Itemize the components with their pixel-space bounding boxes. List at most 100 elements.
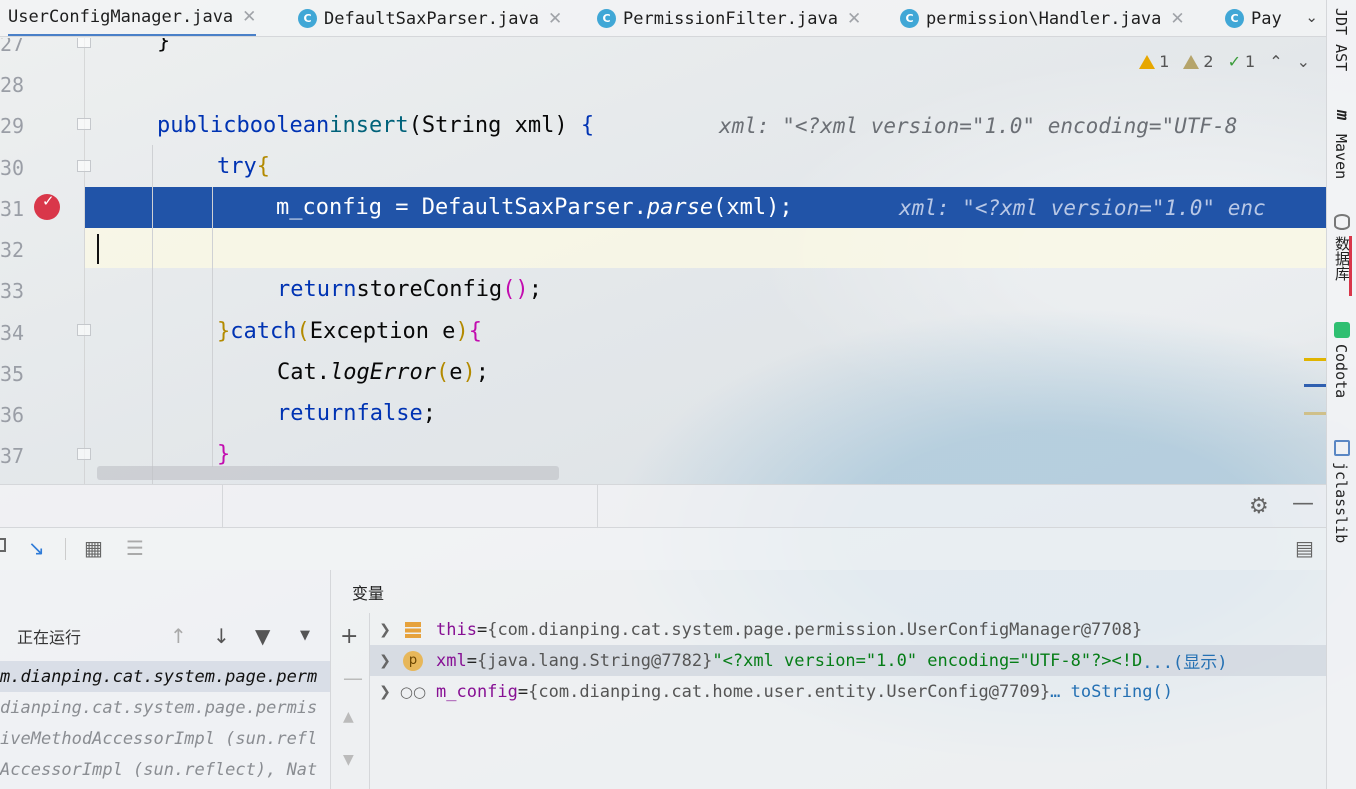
variable-row[interactable]: ❯ p xml = {java.lang.String@7782} "<?xml… xyxy=(370,645,1326,676)
chevron-right-icon[interactable]: ❯ xyxy=(370,653,400,669)
close-icon[interactable]: ✕ xyxy=(548,9,562,29)
chevron-down-icon[interactable]: ▼ xyxy=(300,628,310,643)
ok-count[interactable]: ✓ 1 xyxy=(1228,52,1256,71)
indent-guide xyxy=(152,145,153,484)
stack-frame[interactable]: m.dianping.cat.system.page.perm xyxy=(0,661,330,692)
code-line-31: m_config = DefaultSaxParser. parse (xml); xyxy=(276,195,793,220)
variables-side-toolbar: + — ▲ ▼ xyxy=(331,613,370,789)
stack-frame[interactable]: dianping.cat.system.page.permis xyxy=(0,692,330,723)
move-down-icon[interactable]: ▼ xyxy=(343,752,354,768)
frames-header: 正在运行 ↑ ↓ ▼ ▼ xyxy=(0,615,330,657)
fold-marker[interactable] xyxy=(77,38,91,48)
text-caret xyxy=(97,234,99,264)
line-number: 33 xyxy=(0,279,25,303)
close-icon[interactable]: ✕ xyxy=(847,9,861,29)
thread-status: 正在运行 xyxy=(17,628,82,647)
tostring-link[interactable]: … toString() xyxy=(1050,682,1173,702)
chevron-right-icon[interactable]: ❯ xyxy=(370,622,400,638)
maven-tool[interactable]: Maven xyxy=(1332,134,1350,179)
line-number: 34 xyxy=(0,321,25,345)
debug-toolbar: ↘ ▦ ☰ ▤ xyxy=(0,528,1326,570)
breakpoint-icon[interactable] xyxy=(34,192,60,220)
filter-icon[interactable]: ▼ xyxy=(255,624,270,648)
previous-highlight-icon[interactable]: ⌃ xyxy=(1269,52,1282,71)
jdt-ast-tool[interactable]: JDT AST xyxy=(1332,8,1350,71)
code-line-33: return storeConfig(); xyxy=(277,277,542,302)
frames-panel: 正在运行 ↑ ↓ ▼ ▼ m.dianping.cat.system.page.… xyxy=(0,570,331,789)
tab-permission-filter[interactable]: C PermissionFilter.java ✕ xyxy=(597,0,861,36)
line-number: 31 xyxy=(0,197,25,221)
stripe-mark[interactable] xyxy=(1304,384,1326,387)
stripe-mark[interactable] xyxy=(1304,412,1326,415)
tab-label: permission\Handler.java xyxy=(926,8,1162,29)
chevron-right-icon[interactable]: ❯ xyxy=(370,684,400,700)
check-icon: ✓ xyxy=(1227,52,1241,71)
move-up-icon[interactable]: ▲ xyxy=(343,709,354,725)
minimize-icon[interactable]: — xyxy=(1292,491,1314,516)
stack-frame[interactable]: iveMethodAccessorImpl (sun.refl xyxy=(0,723,330,754)
add-watch-icon[interactable]: + xyxy=(340,624,358,649)
layout-icon[interactable]: ▤ xyxy=(1295,536,1314,560)
code-line-29: public boolean insert (String xml) { xyxy=(157,113,595,138)
codota-tool[interactable]: Codota xyxy=(1332,344,1350,398)
remove-watch-icon[interactable]: — xyxy=(343,666,363,690)
step-into-icon[interactable]: ↘ xyxy=(28,536,45,560)
codota-icon xyxy=(1334,322,1350,338)
class-icon: C xyxy=(900,9,919,28)
frame-icon[interactable] xyxy=(0,538,6,552)
stack-icon xyxy=(405,621,421,638)
current-line-highlight xyxy=(85,228,1326,268)
tab-label: PermissionFilter.java xyxy=(623,8,838,29)
class-icon: C xyxy=(597,9,616,28)
fold-marker[interactable] xyxy=(77,160,91,172)
fold-marker[interactable] xyxy=(77,118,91,130)
indent-guide xyxy=(212,187,213,467)
chevron-down-icon[interactable]: ⌄ xyxy=(1305,8,1318,26)
editor-tab-bar: UserConfigManager.java ✕ C DefaultSaxPar… xyxy=(0,0,1326,37)
warning-icon xyxy=(1139,54,1156,69)
watch-glasses-icon: ○○ xyxy=(399,682,427,701)
editor-breadcrumb-bar: ⚙ — xyxy=(0,484,1326,529)
warning-count[interactable]: 1 xyxy=(1139,52,1169,71)
arrow-up-icon[interactable]: ↑ xyxy=(170,624,187,648)
evaluate-expression-icon[interactable]: ▦ xyxy=(84,536,103,560)
fold-marker[interactable] xyxy=(77,448,91,460)
code-line-27: } xyxy=(157,38,171,54)
line-number: 32 xyxy=(0,238,25,262)
trace-icon[interactable]: ☰ xyxy=(126,536,144,560)
inline-debug-value: xml: "<?xml version="1.0" enc xyxy=(899,195,1266,220)
code-editor[interactable]: m_config = DefaultSaxParser. parse (xml); … xyxy=(0,38,1326,484)
jclasslib-tool[interactable]: jclasslib xyxy=(1332,462,1350,543)
inspection-widget[interactable]: 1 2 ✓ 1 ⌃ ⌄ xyxy=(1139,52,1310,71)
view-full-value-link[interactable]: ...(显示) xyxy=(1142,648,1227,673)
editor-gutter[interactable]: 27 28 29 30 31 32 33 34 35 36 37 xyxy=(0,38,91,484)
divider xyxy=(222,485,223,529)
code-line-35: Cat. logError(e); xyxy=(277,360,489,385)
line-number: 30 xyxy=(0,156,25,180)
tab-permission-handler[interactable]: C permission\Handler.java ✕ xyxy=(900,0,1185,36)
close-icon[interactable]: ✕ xyxy=(242,7,256,27)
stripe-mark[interactable] xyxy=(1304,358,1326,361)
class-icon: C xyxy=(1225,9,1244,28)
code-line-30: try { xyxy=(217,154,270,179)
weak-warning-icon xyxy=(1183,54,1200,69)
variable-row[interactable]: ❯ ○○ m_config = {com.dianping.cat.home.u… xyxy=(370,676,1326,707)
gear-icon[interactable]: ⚙ xyxy=(1249,494,1269,519)
tab-pay[interactable]: C Pay xyxy=(1225,0,1282,36)
tab-user-config-manager[interactable]: UserConfigManager.java ✕ xyxy=(8,0,257,36)
toolbar-separator xyxy=(65,538,66,560)
line-number: 37 xyxy=(0,444,25,468)
variable-row[interactable]: ❯ this = {com.dianping.cat.system.page.p… xyxy=(370,614,1326,645)
close-icon[interactable]: ✕ xyxy=(1170,9,1184,29)
horizontal-scrollbar[interactable] xyxy=(97,466,559,480)
weak-warning-count[interactable]: 2 xyxy=(1183,52,1214,71)
maven-icon[interactable]: m xyxy=(1332,110,1352,120)
line-number: 27 xyxy=(0,38,25,56)
arrow-down-icon[interactable]: ↓ xyxy=(213,624,230,648)
tab-label: DefaultSaxParser.java xyxy=(324,8,539,29)
stack-frame[interactable]: AccessorImpl (sun.reflect), Nat xyxy=(0,754,330,785)
fold-marker[interactable] xyxy=(77,324,91,336)
next-highlight-icon[interactable]: ⌄ xyxy=(1297,52,1310,71)
tab-default-sax-parser[interactable]: C DefaultSaxParser.java ✕ xyxy=(298,0,562,36)
divider xyxy=(597,485,598,529)
